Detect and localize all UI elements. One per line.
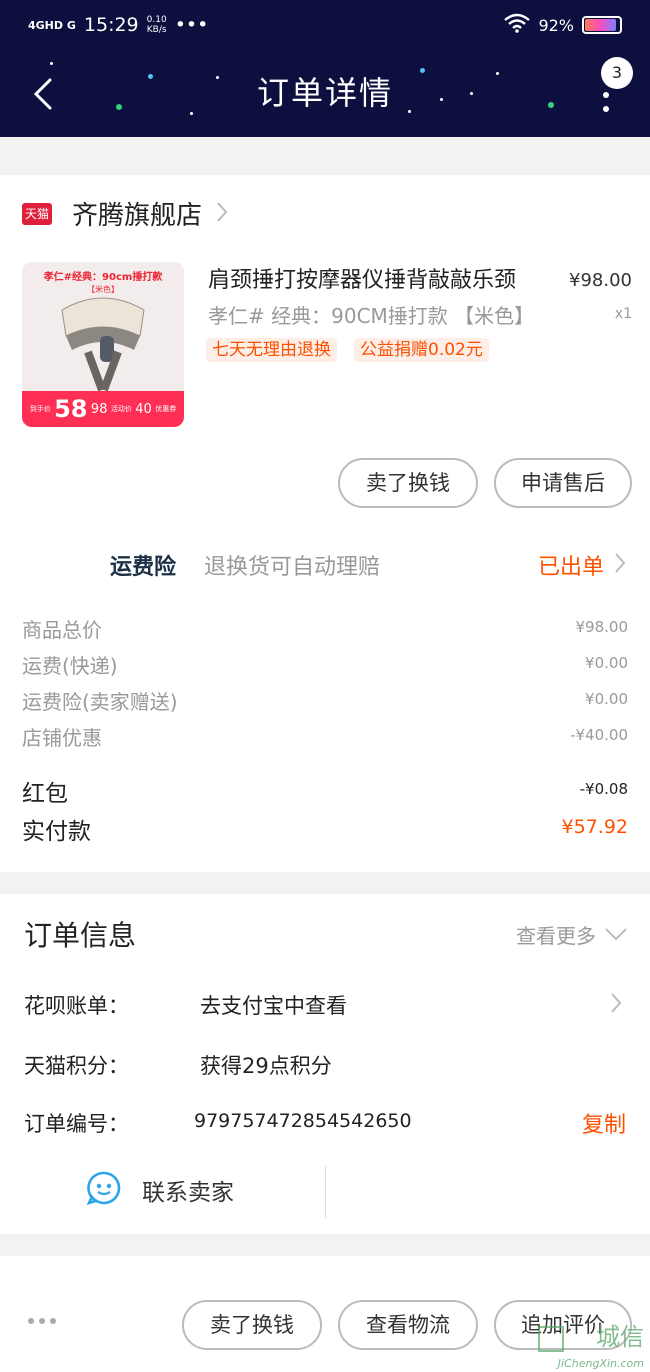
- decor-star: [50, 62, 53, 65]
- red-packet-value: -¥0.08: [579, 780, 628, 798]
- page-title: 订单详情: [256, 74, 393, 112]
- header-bar: 4GHD G 15:29 0.10 KB/s ••• 92% 订单详情 3: [0, 0, 650, 137]
- divider: [325, 1166, 326, 1218]
- order-number-value: 979757472854542650: [194, 1110, 412, 1132]
- product-spec: 孝仁# 经典：90CM捶打款 【米色】: [208, 304, 535, 328]
- thumb-price-strip: 到手价 58 98 活动价 40 优惠券: [22, 391, 184, 427]
- paid-label: 实付款: [22, 819, 91, 845]
- network-speed-unit: KB/s: [146, 25, 167, 35]
- cost-value: ¥0.00: [585, 690, 628, 708]
- network-indicator: 4GHD G: [28, 18, 76, 32]
- cost-label: 运费险(卖家赠送): [22, 690, 178, 714]
- wifi-icon: [504, 13, 531, 38]
- tmall-points-label: 天猫积分：: [24, 1054, 129, 1078]
- more-options-icon[interactable]: [28, 1318, 56, 1324]
- watermark: 城信 JiChengXin.com: [530, 1312, 650, 1372]
- message-count-badge[interactable]: 3: [601, 57, 633, 89]
- cost-label: 运费(快递): [22, 654, 118, 678]
- order-number-label: 订单编号：: [24, 1112, 129, 1136]
- cost-value: ¥98.00: [575, 618, 629, 636]
- chevron-down-icon[interactable]: [604, 926, 628, 945]
- cost-value: -¥40.00: [570, 726, 628, 744]
- huabei-value[interactable]: 去支付宝中查看: [200, 990, 347, 1020]
- store-name: 齐腾旗舰店: [72, 201, 203, 231]
- product-price: ¥98.00: [569, 270, 632, 291]
- watermark-cn: 城信: [596, 1323, 644, 1351]
- status-time: 15:29: [83, 14, 139, 36]
- huabei-label: 花呗账单：: [24, 994, 129, 1018]
- cost-label: 店铺优惠: [22, 726, 102, 750]
- network-speed: 0.10 KB/s: [147, 15, 167, 35]
- return-policy-tag: 七天无理由退换: [206, 338, 337, 362]
- thumb-top-text: 孝仁#经典：90cm捶打款: [43, 272, 163, 283]
- tmall-points-value: 获得29点积分: [200, 1054, 332, 1078]
- shipping-insurance-desc: 退换货可自动理赔: [204, 555, 381, 580]
- cost-value: ¥0.00: [585, 654, 628, 672]
- chevron-right-icon[interactable]: [610, 992, 622, 1018]
- copy-button[interactable]: 复制: [582, 1107, 626, 1139]
- view-logistics-button[interactable]: 查看物流: [338, 1300, 478, 1350]
- paid-value: ¥57.92: [561, 816, 628, 838]
- battery-percent: 92%: [538, 15, 574, 35]
- chevron-right-icon: [216, 201, 228, 227]
- charity-tag: 公益捐赠0.02元: [354, 338, 489, 362]
- product-thumbnail[interactable]: 孝仁#经典：90cm捶打款 【米色】 到手价 58 98 活动价 40 优惠券: [22, 262, 184, 427]
- red-packet-label: 红包: [22, 781, 68, 807]
- status-more-icon: •••: [174, 14, 209, 36]
- thumb-price-big-label: 到手价: [29, 405, 51, 413]
- chat-bubble-icon: [86, 1170, 122, 1210]
- thumb-price-small-label: 优惠券: [155, 405, 177, 413]
- thumb-price-small: 40: [135, 401, 152, 417]
- shipping-insurance-label: 运费险: [110, 555, 177, 580]
- product-title[interactable]: 肩颈捶打按摩器仪捶背敲敲乐颈: [208, 262, 516, 294]
- more-menu-icon[interactable]: [602, 91, 610, 113]
- status-bar: 4GHD G 15:29 0.10 KB/s ••• 92%: [28, 10, 622, 40]
- order-info-title: 订单信息: [24, 919, 137, 952]
- watermark-logo-icon: [538, 1326, 564, 1352]
- product-quantity: x1: [614, 306, 632, 322]
- sell-for-cash-button[interactable]: 卖了换钱: [338, 458, 478, 508]
- cost-label: 商品总价: [22, 618, 102, 642]
- watermark-en: JiChengXin.com: [557, 1357, 644, 1370]
- battery-icon: [582, 16, 622, 34]
- tmall-badge-icon: 天猫: [22, 202, 52, 225]
- see-more-link[interactable]: 查看更多: [516, 920, 596, 949]
- contact-seller-label: 联系卖家: [142, 1180, 234, 1206]
- thumb-price-mid: 98: [90, 401, 108, 417]
- chevron-right-icon[interactable]: [614, 552, 626, 578]
- thumb-price-big: 58: [54, 395, 88, 423]
- thumb-price-mid-label: 活动价: [110, 405, 132, 413]
- sell-for-cash-bottom-button[interactable]: 卖了换钱: [182, 1300, 322, 1350]
- apply-aftersale-button[interactable]: 申请售后: [494, 458, 632, 508]
- contact-seller-button[interactable]: 联系卖家: [86, 1170, 234, 1210]
- network-speed-value: 0.10: [146, 15, 167, 25]
- massager-image: [61, 297, 145, 392]
- shipping-insurance-status[interactable]: 已出单: [538, 549, 604, 581]
- store-link[interactable]: 天猫 齐腾旗舰店: [22, 195, 228, 232]
